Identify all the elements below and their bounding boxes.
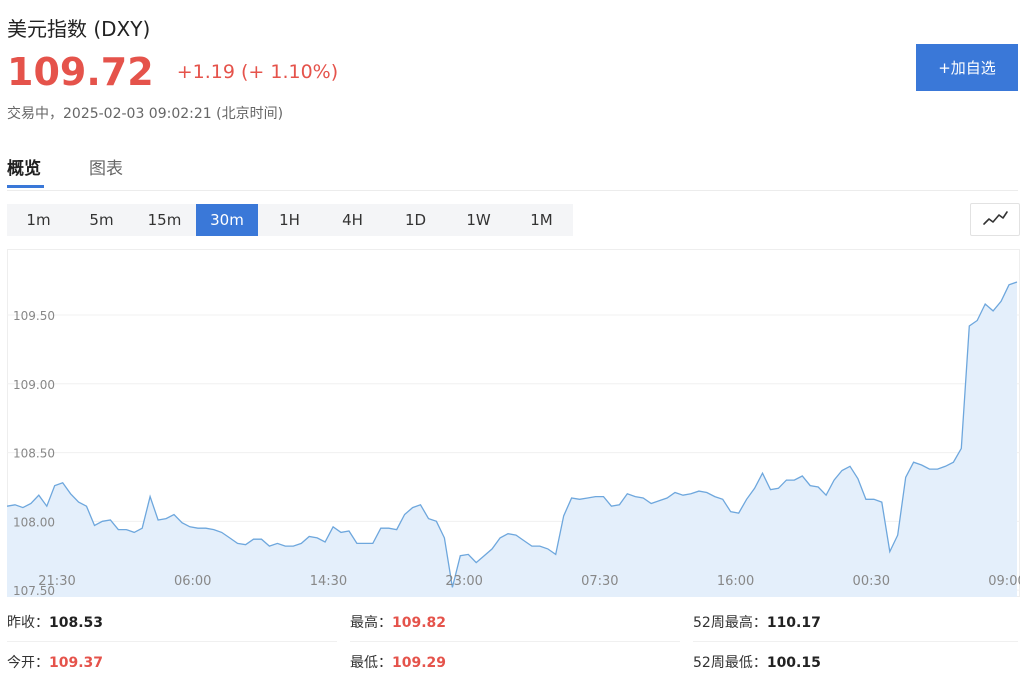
stat-52w-high-value: 110.17 <box>766 615 821 631</box>
interval-5m[interactable]: 5m <box>70 204 133 236</box>
y-tick-label: 108.00 <box>13 515 55 529</box>
interval-4h[interactable]: 4H <box>321 204 384 236</box>
tab-bar: 概览 图表 <box>7 150 1018 191</box>
chart-type-toggle[interactable] <box>970 203 1020 236</box>
tab-chart[interactable]: 图表 <box>89 154 123 179</box>
current-price: 109.72 <box>7 50 154 94</box>
stat-52w-low-label: 52周最低： <box>693 655 767 671</box>
add-to-watchlist-button[interactable]: +加自选 <box>916 44 1018 91</box>
line-chart-icon <box>983 211 1008 225</box>
stat-52w-low: 52周最低：100.15 <box>693 645 1018 681</box>
y-tick-label: 109.50 <box>13 309 55 323</box>
trading-status: 交易中，2025-02-03 09:02:21 (北京时间) <box>7 106 284 122</box>
stat-prev-close-value: 108.53 <box>49 615 104 631</box>
interval-1d[interactable]: 1D <box>384 204 447 236</box>
stat-high: 最高：109.82 <box>350 605 680 642</box>
x-tick-label: 23:00 <box>445 574 482 589</box>
active-tab-indicator <box>7 185 44 188</box>
stat-prev-close-label: 昨收： <box>7 615 49 631</box>
stat-open: 今开：109.37 <box>7 645 337 681</box>
x-tick-label: 09:00 <box>988 574 1020 589</box>
price-row: 109.72 +1.19 (+ 1.10%) <box>7 50 338 94</box>
stat-open-label: 今开： <box>7 655 49 671</box>
x-tick-label: 16:00 <box>717 574 754 589</box>
stat-open-value: 109.37 <box>49 655 104 671</box>
y-tick-label: 108.50 <box>13 447 55 461</box>
interval-1w[interactable]: 1W <box>447 204 510 236</box>
x-tick-label: 00:30 <box>853 574 890 589</box>
interval-1h[interactable]: 1H <box>258 204 321 236</box>
stat-prev-close: 昨收：108.53 <box>7 605 337 642</box>
interval-30m[interactable]: 30m <box>196 204 258 236</box>
price-chart: 109.50 109.00 108.50 108.00 107.50 21:30 06:00… <box>6 249 1024 598</box>
stat-low-label: 最低： <box>350 655 392 671</box>
tab-overview[interactable]: 概览 <box>7 154 41 179</box>
x-tick-label: 06:00 <box>174 574 211 589</box>
stat-52w-low-value: 100.15 <box>766 655 821 671</box>
interval-selector: 1m 5m 15m 30m 1H 4H 1D 1W 1M <box>7 204 573 236</box>
interval-15m[interactable]: 15m <box>133 204 196 236</box>
stat-low: 最低：109.29 <box>350 645 680 681</box>
x-tick-label: 14:30 <box>310 574 347 589</box>
stat-52w-high: 52周最高：110.17 <box>693 605 1018 642</box>
price-chart-svg: 109.50109.00108.50108.00107.5021:30 06:00… <box>6 249 1024 598</box>
stat-high-label: 最高： <box>350 615 392 631</box>
stat-high-value: 109.82 <box>392 615 447 631</box>
price-change: +1.19 (+ 1.10%) <box>176 61 339 83</box>
stat-low-value: 109.29 <box>392 655 447 671</box>
x-tick-label: 07:30 <box>581 574 618 589</box>
interval-1m[interactable]: 1m <box>7 204 70 236</box>
interval-1m-month[interactable]: 1M <box>510 204 573 236</box>
x-tick-label: 21:30 <box>38 574 75 589</box>
stat-52w-high-label: 52周最高： <box>693 615 767 631</box>
price-area <box>7 282 1017 597</box>
y-tick-label: 109.00 <box>13 378 55 392</box>
quote-title: 美元指数 (DXY) <box>7 17 151 41</box>
